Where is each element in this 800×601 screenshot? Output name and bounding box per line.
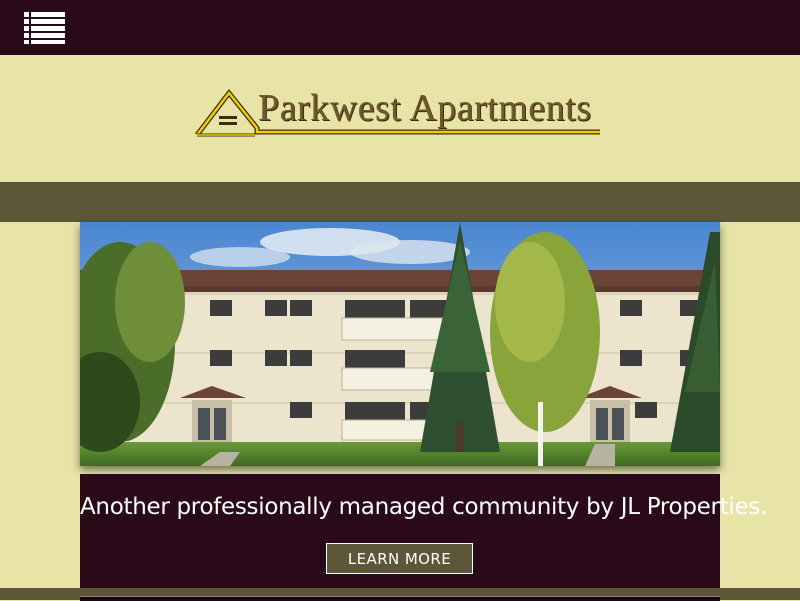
apartment-building-photo (80, 222, 720, 466)
learn-more-button[interactable]: LEARN MORE (326, 543, 473, 574)
nav-band (0, 182, 800, 222)
list-menu-icon (24, 12, 65, 44)
next-section-edge (80, 596, 720, 601)
top-bar (0, 0, 800, 55)
promo-banner: Another professionally managed community… (80, 474, 767, 600)
hero-image (80, 222, 720, 466)
logo-text: Parkwest Apartments (258, 87, 592, 129)
banner-text: Another professionally managed community… (80, 494, 767, 520)
menu-button[interactable] (20, 8, 68, 46)
